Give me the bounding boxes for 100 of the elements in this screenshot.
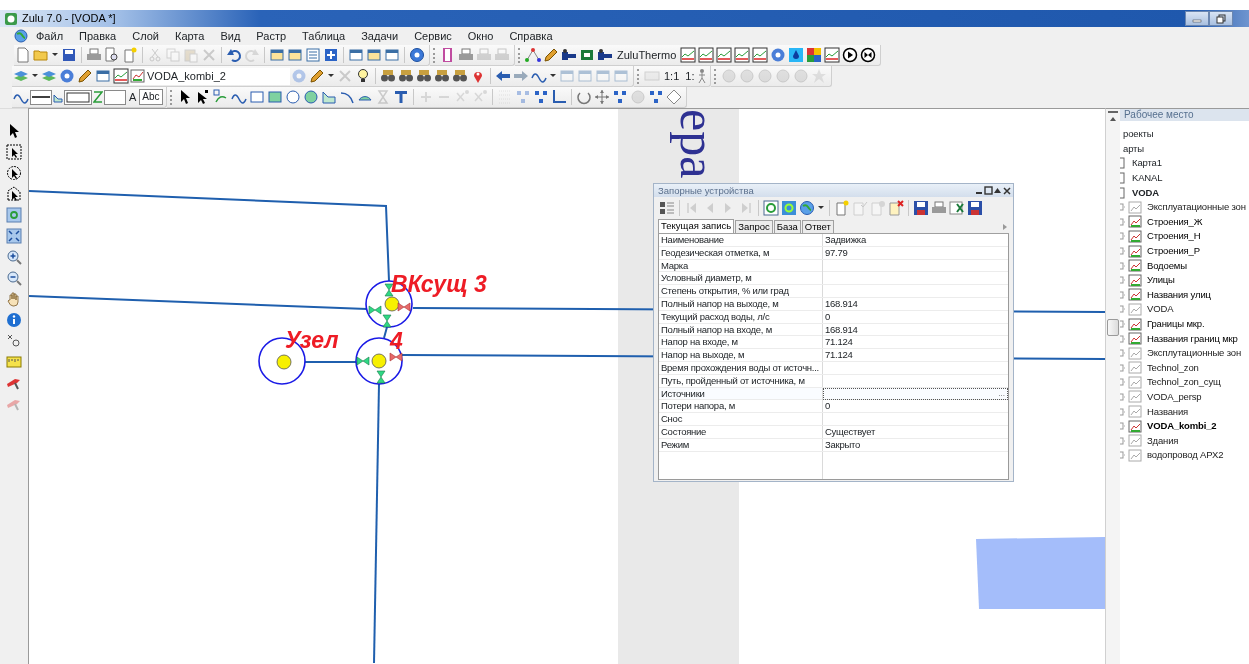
- window-icon[interactable]: [269, 47, 285, 63]
- menu-item[interactable]: Слой: [124, 27, 167, 45]
- symbol-combo[interactable]: [104, 89, 126, 105]
- diamond-icon[interactable]: [665, 89, 682, 105]
- refresh-icon[interactable]: [6, 207, 22, 223]
- tab[interactable]: Ответ: [801, 220, 834, 233]
- binoculars-icon[interactable]: [452, 68, 468, 84]
- tree-item[interactable]: VODA_persp: [1147, 391, 1202, 403]
- binoculars-icon[interactable]: [434, 68, 450, 84]
- nodes-icon[interactable]: [532, 89, 549, 105]
- window-icon[interactable]: [366, 47, 382, 63]
- nodes-icon[interactable]: [611, 89, 628, 105]
- scroll-up-icon[interactable]: [1108, 115, 1118, 123]
- nodes-icon[interactable]: [514, 89, 531, 105]
- refresh-icon[interactable]: [763, 200, 779, 216]
- tree-item[interactable]: VODA: [1147, 303, 1174, 316]
- window-icon[interactable]: [95, 68, 111, 84]
- rotate-icon[interactable]: [575, 89, 592, 105]
- axis-icon[interactable]: [550, 89, 567, 105]
- valve-icon[interactable]: [389, 352, 403, 362]
- valve-icon[interactable]: [382, 314, 392, 328]
- tree-item[interactable]: Водоемы: [1147, 259, 1187, 272]
- select-polygon-icon[interactable]: [6, 186, 22, 202]
- property-value[interactable]: 168.914: [823, 298, 1008, 310]
- tree-item[interactable]: водопровод АРХ2: [1147, 449, 1224, 462]
- valve-icon[interactable]: [397, 302, 411, 312]
- chart-icon[interactable]: [680, 47, 697, 63]
- property-grid-icon[interactable]: [659, 200, 675, 216]
- scale-button[interactable]: 1:: [685, 67, 695, 85]
- tree-item[interactable]: Эксплуатационные зон: [1147, 201, 1246, 214]
- property-value[interactable]: ...: [823, 387, 1008, 400]
- property-value[interactable]: Закрыто: [823, 438, 1008, 451]
- node-icon[interactable]: [6, 333, 22, 349]
- menu-item[interactable]: Растр: [248, 27, 295, 45]
- filled-rectangle-icon[interactable]: [266, 89, 283, 105]
- pipe-line[interactable]: [29, 295, 368, 310]
- menu-item[interactable]: Вид: [212, 27, 249, 45]
- property-value[interactable]: 97.79: [823, 246, 1008, 259]
- property-value[interactable]: 168.914: [823, 323, 1008, 336]
- save-icon[interactable]: [913, 200, 929, 216]
- tree-item[interactable]: Улицы: [1147, 274, 1175, 287]
- star-icon[interactable]: [811, 68, 828, 84]
- collapse-icon[interactable]: [993, 186, 1002, 195]
- menu-item[interactable]: Сервис: [406, 27, 460, 45]
- valve-icon[interactable]: [356, 356, 370, 366]
- spreadsheet-icon[interactable]: [949, 200, 965, 216]
- pump-icon[interactable]: [597, 47, 613, 63]
- text-style-field[interactable]: Abc: [139, 89, 163, 105]
- measure-icon[interactable]: [6, 354, 22, 370]
- pipe-line[interactable]: [383, 326, 388, 339]
- tree-item[interactable]: Technol_zon_сущ: [1147, 376, 1221, 389]
- arc-icon[interactable]: [338, 89, 355, 105]
- skip-icon[interactable]: [860, 47, 877, 63]
- bulb-icon[interactable]: [355, 68, 371, 84]
- scrollbar[interactable]: [1105, 108, 1120, 664]
- property-value[interactable]: 0: [823, 310, 1008, 323]
- menu-item[interactable]: Задачи: [353, 27, 407, 45]
- menu-item[interactable]: Карта: [166, 27, 213, 45]
- select-circle-icon[interactable]: [6, 165, 22, 181]
- arrow-left-icon[interactable]: [495, 68, 511, 84]
- tank-icon[interactable]: [579, 47, 595, 63]
- pencil-icon[interactable]: [309, 68, 325, 84]
- hand-icon[interactable]: [6, 291, 22, 307]
- help-icon[interactable]: [409, 47, 425, 63]
- maximize-icon[interactable]: [984, 186, 993, 195]
- rectangle-icon[interactable]: [248, 89, 265, 105]
- binoculars-icon[interactable]: [416, 68, 432, 84]
- valve-icon[interactable]: [376, 370, 386, 384]
- pipe-line[interactable]: [373, 383, 380, 664]
- pipe-line[interactable]: [29, 190, 390, 282]
- menu-item[interactable]: Окно: [459, 27, 502, 45]
- property-value[interactable]: Существует: [823, 425, 1008, 438]
- tree-item[interactable]: VODA_kombi_2: [1147, 420, 1217, 433]
- grid-icon[interactable]: [806, 47, 823, 63]
- chart-icon[interactable]: [698, 47, 715, 63]
- tree-item[interactable]: Карта1: [1132, 157, 1162, 170]
- save-icon[interactable]: [967, 200, 983, 216]
- tree-item[interactable]: Здания: [1147, 434, 1179, 447]
- node-dot[interactable]: [276, 354, 292, 370]
- refresh-icon[interactable]: [781, 200, 797, 216]
- property-value[interactable]: 71.124: [823, 349, 1008, 362]
- move-icon[interactable]: [593, 89, 610, 105]
- tree-item[interactable]: Названия: [1147, 405, 1189, 418]
- drop-icon[interactable]: [788, 47, 805, 63]
- tree-item[interactable]: Строения_Р: [1147, 245, 1200, 258]
- filled-circle-icon[interactable]: [302, 89, 319, 105]
- tree-item[interactable]: Строения_Н: [1147, 230, 1201, 243]
- close-icon[interactable]: [1002, 186, 1013, 195]
- tree-item[interactable]: Границы мкр.: [1147, 318, 1205, 330]
- zoom-in-icon[interactable]: [6, 249, 22, 265]
- chart-icon[interactable]: [716, 47, 733, 63]
- zoom-extent-icon[interactable]: [6, 228, 22, 244]
- tab[interactable]: Текущая запись: [658, 219, 735, 233]
- node-edit-icon[interactable]: [212, 89, 229, 105]
- property-value[interactable]: Задвижка: [823, 234, 1008, 246]
- tab[interactable]: Запрос: [735, 220, 773, 233]
- text-tool-icon[interactable]: [392, 89, 409, 105]
- tree-item[interactable]: арты: [1123, 142, 1144, 155]
- tree-item[interactable]: Эксплутационные зон: [1147, 347, 1241, 360]
- network-icon[interactable]: [525, 47, 541, 63]
